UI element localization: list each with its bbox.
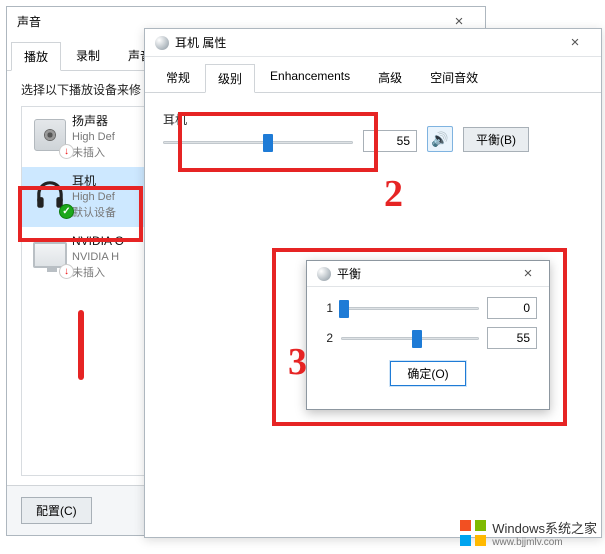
channel-2-value[interactable] [487, 327, 537, 349]
channel-label: 1 [319, 301, 333, 315]
channel-2-slider[interactable] [341, 328, 479, 348]
tab-levels[interactable]: 级别 [205, 64, 255, 93]
close-icon[interactable]: × [439, 13, 479, 30]
level-slider[interactable] [163, 132, 353, 152]
balance-dialog: 平衡 × 1 2 确定(O) [306, 260, 550, 410]
device-status: 默认设备 [72, 205, 116, 221]
level-value-input[interactable] [363, 130, 417, 152]
balance-title: 平衡 [337, 265, 513, 282]
speaker-icon [28, 113, 72, 157]
channel-1-slider[interactable] [341, 298, 479, 318]
device-desc: NVIDIA H [72, 249, 124, 265]
channel-label: 2 [319, 331, 333, 345]
level-label: 耳机 [163, 111, 353, 128]
device-name: 耳机 [72, 173, 116, 189]
headphone-level-row: 耳机 🔊 平衡(B) [163, 111, 583, 152]
balance-channel-1: 1 [319, 297, 537, 319]
slider-thumb-icon[interactable] [412, 330, 422, 348]
watermark: Windows系统之家 www.bjjmlv.com [460, 518, 597, 548]
unplugged-badge-icon [59, 264, 74, 279]
device-status: 未插入 [72, 265, 124, 281]
prop-tabs: 常规 级别 Enhancements 高级 空间音效 [145, 57, 601, 93]
unplugged-badge-icon [59, 144, 74, 159]
tab-general[interactable]: 常规 [153, 63, 203, 92]
balance-button[interactable]: 平衡(B) [463, 127, 529, 152]
default-badge-icon [59, 204, 74, 219]
close-icon[interactable]: × [555, 34, 595, 51]
device-ball-icon [317, 267, 331, 281]
slider-thumb-icon[interactable] [263, 134, 273, 152]
prop-window-title: 耳机 属性 [175, 34, 555, 51]
channel-1-value[interactable] [487, 297, 537, 319]
tab-enhancements[interactable]: Enhancements [257, 63, 363, 92]
device-name: 扬声器 [72, 113, 115, 129]
prop-window-titlebar: 耳机 属性 × [145, 29, 601, 57]
windows-logo-icon [460, 520, 486, 546]
balance-channel-2: 2 [319, 327, 537, 349]
balance-body: 1 2 确定(O) [307, 287, 549, 394]
device-desc: High Def [72, 189, 116, 205]
watermark-sub: www.bjjmlv.com [492, 537, 597, 548]
speaker-sound-icon: 🔊 [431, 131, 448, 148]
slider-thumb-icon[interactable] [339, 300, 349, 318]
monitor-icon [28, 233, 72, 277]
device-status: 未插入 [72, 145, 115, 161]
device-desc: High Def [72, 129, 115, 145]
tab-advanced[interactable]: 高级 [365, 63, 415, 92]
device-ball-icon [155, 36, 169, 50]
tab-playback[interactable]: 播放 [11, 42, 61, 71]
ok-button[interactable]: 确定(O) [390, 361, 465, 386]
tab-recording[interactable]: 录制 [63, 41, 113, 70]
close-icon[interactable]: × [513, 265, 543, 282]
device-name: NVIDIA O [72, 233, 124, 249]
balance-titlebar: 平衡 × [307, 261, 549, 287]
headphones-icon [28, 173, 72, 217]
configure-button[interactable]: 配置(C) [21, 497, 92, 524]
mute-button[interactable]: 🔊 [427, 126, 453, 152]
levels-panel: 耳机 🔊 平衡(B) [145, 93, 601, 170]
tab-spatial[interactable]: 空间音效 [417, 63, 491, 92]
sound-window-title: 声音 [17, 13, 439, 30]
watermark-main: Windows系统之家 [492, 521, 597, 536]
